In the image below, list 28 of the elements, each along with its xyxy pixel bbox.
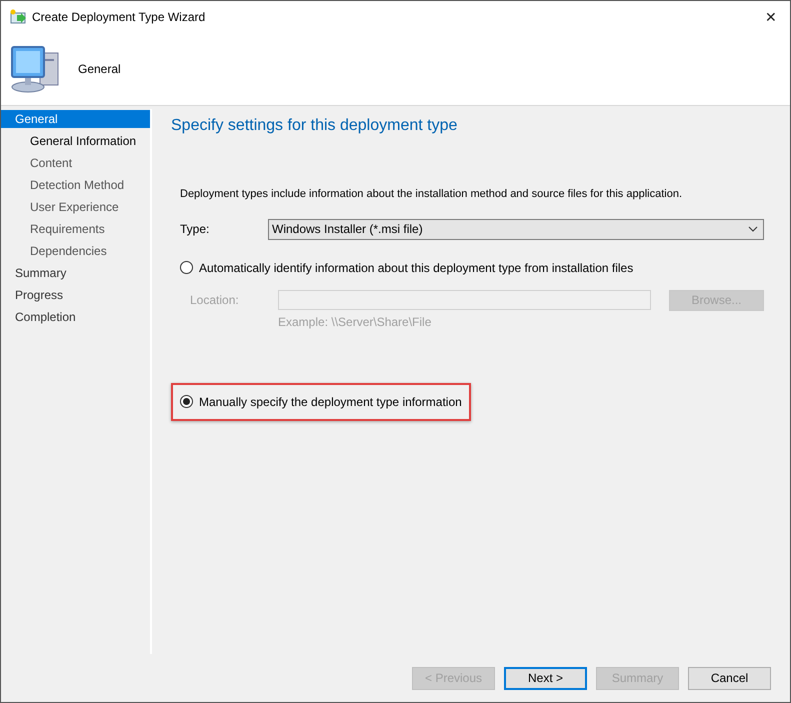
location-field[interactable]	[278, 290, 651, 310]
nav-subitem[interactable]: User Experience	[1, 198, 150, 216]
nav-subitem[interactable]: Requirements	[1, 220, 150, 238]
wizard-icon	[10, 9, 28, 25]
radio-label: Automatically identify information about this deployment type from installation files	[199, 260, 634, 276]
radio-button[interactable]	[180, 261, 193, 274]
nav-subitem[interactable]: Content	[1, 154, 150, 172]
page-title: General	[78, 61, 121, 78]
description-text: Deployment types include information about the installation method and source files for this application.	[180, 187, 684, 202]
location-example: Example: \\Server\Share\File	[278, 314, 432, 330]
type-dropdown[interactable]: Windows Installer (*.msi file)	[268, 218, 764, 240]
close-button[interactable]: ✕	[765, 6, 777, 28]
nav-item[interactable]: General	[1, 110, 150, 128]
nav-subitem[interactable]: General Information	[1, 132, 150, 150]
nav-item[interactable]: Progress	[1, 286, 150, 304]
radio-button[interactable]	[180, 395, 193, 408]
nav-item[interactable]: Summary	[1, 264, 150, 282]
type-label: Type:	[180, 221, 210, 238]
chevron-down-icon	[748, 226, 758, 232]
window-title: Create Deployment Type Wizard	[32, 9, 206, 26]
wizard-button[interactable]: Cancel	[688, 666, 771, 690]
nav-subitem[interactable]: Detection Method	[1, 176, 150, 194]
nav-subitem[interactable]: Dependencies	[1, 242, 150, 260]
section-heading: Specify settings for this deployment type	[171, 116, 458, 136]
location-label: Location:	[190, 292, 240, 309]
nav-item[interactable]: Completion	[1, 308, 150, 326]
radio-label: Manually specify the deployment type information	[199, 394, 462, 410]
wizard-button[interactable]: Next >	[504, 666, 587, 690]
